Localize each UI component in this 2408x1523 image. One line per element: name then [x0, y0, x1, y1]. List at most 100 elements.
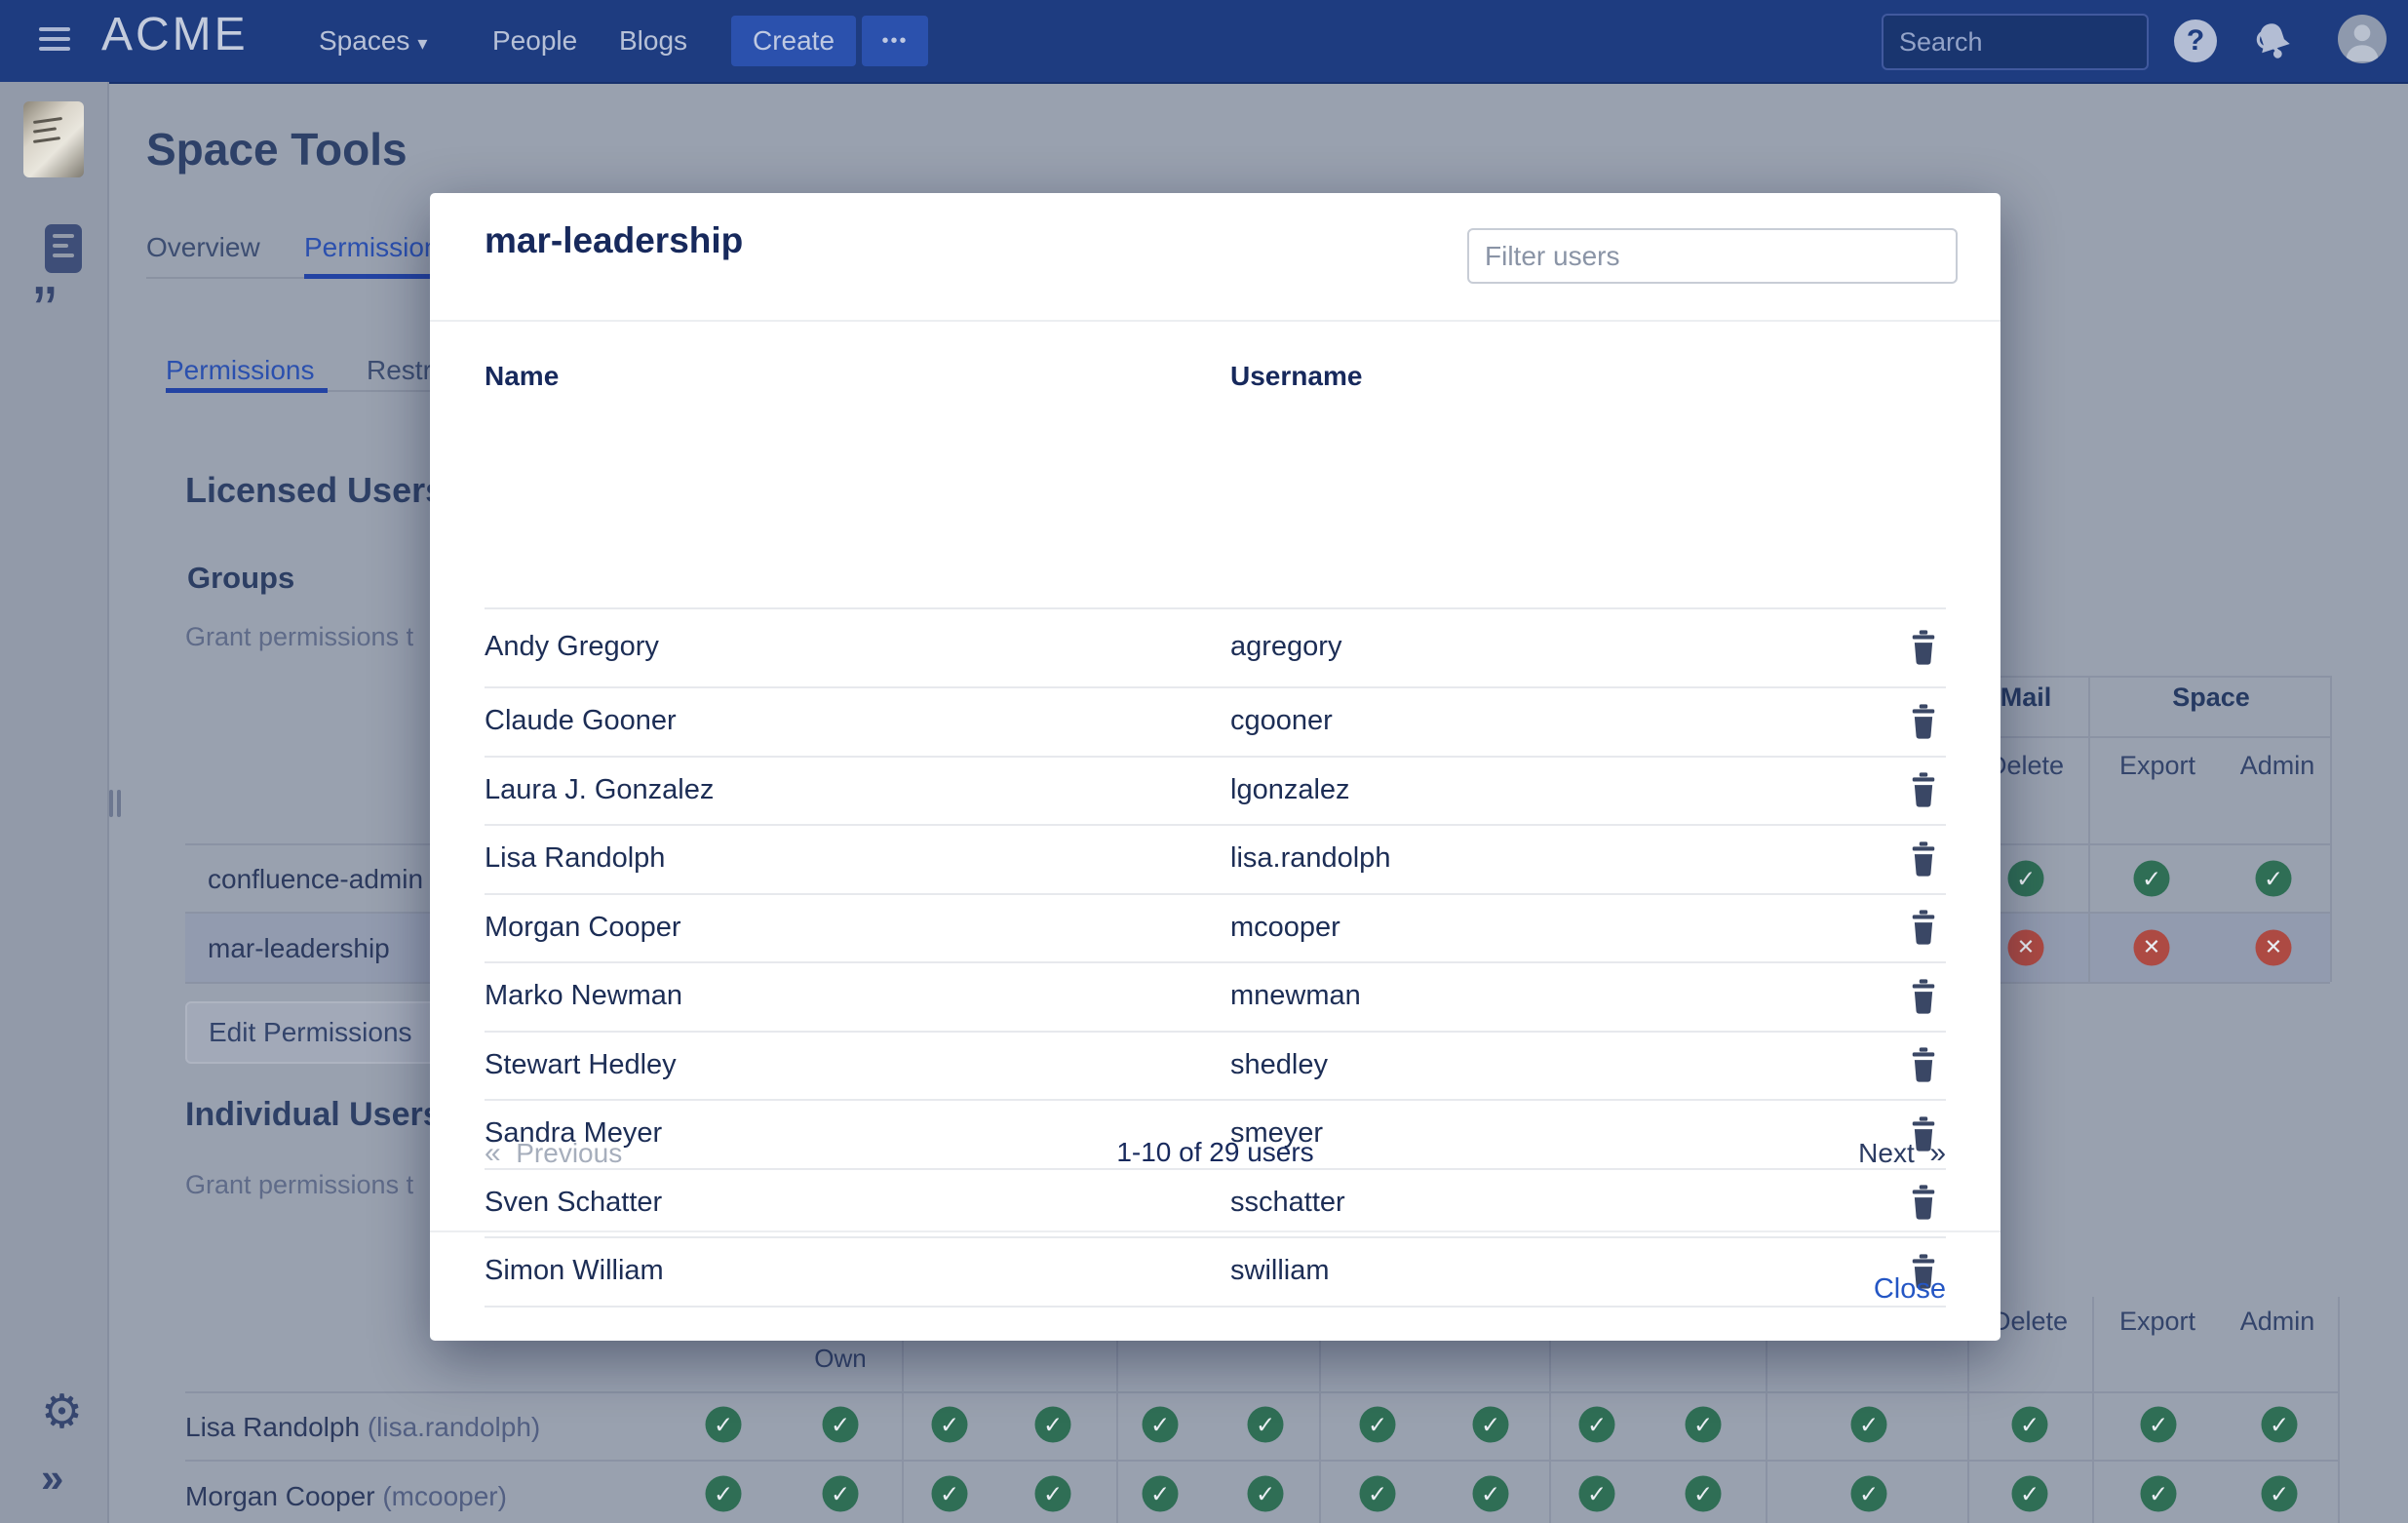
permission-denied-icon: ✕ [2256, 930, 2292, 966]
user-username: cgooner [1230, 705, 1907, 737]
group-row-name[interactable]: confluence-admin [208, 864, 423, 895]
modal-user-row: Lisa Randolph lisa.randolph [485, 824, 1946, 893]
permission-granted-icon: ✓ [706, 1407, 742, 1443]
permission-granted-icon: ✓ [706, 1476, 742, 1512]
column-subheader-admin: Admin [2240, 751, 2315, 781]
hamburger-menu-icon[interactable] [39, 27, 70, 53]
section-heading: Licensed Users [185, 470, 445, 511]
pagination-next[interactable]: Next » [1858, 1137, 1946, 1170]
dialog-footer-divider [430, 1230, 2000, 1232]
delete-user-button[interactable] [1907, 909, 1940, 946]
user-username: swilliam [1230, 1255, 1907, 1287]
permission-granted-icon: ✓ [1851, 1407, 1887, 1443]
groups-heading: Groups [187, 561, 294, 596]
permission-granted-icon: ✓ [1473, 1476, 1509, 1512]
users-table-row-divider [485, 1306, 1946, 1308]
user-name: Stewart Hedley [485, 1049, 1230, 1081]
filter-users-input[interactable] [1467, 228, 1958, 284]
modal-user-row: Andy Gregory agregory [485, 607, 1946, 686]
create-button[interactable]: Create [731, 16, 856, 66]
permission-granted-icon: ✓ [1473, 1407, 1509, 1443]
double-chevron-right-icon: » [1929, 1137, 1946, 1169]
permission-granted-icon: ✓ [1360, 1476, 1396, 1512]
tab-overview[interactable]: Overview [146, 232, 260, 263]
delete-user-button[interactable] [1907, 629, 1940, 666]
delete-user-button[interactable] [1907, 1046, 1940, 1083]
modal-user-row: Claude Gooner cgooner [485, 686, 1946, 756]
application-window: ACME Spaces▾ People Blogs Create ••• ? ” [0, 0, 2408, 1523]
permission-granted-icon: ✓ [1360, 1407, 1396, 1443]
permission-granted-icon: ✓ [1686, 1407, 1722, 1443]
permission-granted-icon: ✓ [2134, 861, 2170, 897]
permission-granted-icon: ✓ [1035, 1407, 1071, 1443]
permission-granted-icon: ✓ [1686, 1476, 1722, 1512]
user-name: Marko Newman [485, 980, 1230, 1012]
modal-user-row: Marko Newman mnewman [485, 961, 1946, 1031]
user-username: shedley [1230, 1049, 1907, 1081]
space-sidebar: ” ⚙ » [0, 82, 109, 1523]
brand-logo[interactable]: ACME [101, 8, 249, 61]
permission-granted-icon: ✓ [1248, 1476, 1284, 1512]
individual-table-line [2338, 1297, 2340, 1523]
nav-item-spaces[interactable]: Spaces▾ [319, 25, 427, 57]
modal-user-row: Morgan Cooper mcooper [485, 893, 1946, 961]
users-table-name-header: Name [485, 361, 559, 392]
individual-users-description: Grant permissions t [185, 1170, 413, 1200]
close-dialog-link[interactable]: Close [1874, 1273, 1946, 1306]
dialog-title: mar-leadership [485, 220, 743, 261]
user-username: (mcooper) [382, 1481, 507, 1511]
blog-quote-icon[interactable]: ” [33, 277, 57, 347]
individual-users-heading: Individual Users [185, 1096, 442, 1134]
help-icon[interactable]: ? [2174, 20, 2217, 62]
modal-user-row: Stewart Hedley shedley [485, 1031, 1946, 1099]
modal-user-row: Laura J. Gonzalez lgonzalez [485, 756, 1946, 824]
permission-granted-icon: ✓ [1143, 1407, 1179, 1443]
user-name: Morgan Cooper [185, 1481, 382, 1511]
delete-user-button[interactable] [1907, 840, 1940, 878]
column-subheader-admin: Admin [2240, 1307, 2315, 1337]
permission-denied-icon: ✕ [2008, 930, 2044, 966]
expand-sidebar-icon[interactable]: » [41, 1455, 63, 1502]
space-logo[interactable] [23, 101, 84, 177]
column-header-mail: Mail [2000, 683, 2052, 713]
chevron-down-icon: ▾ [417, 31, 427, 55]
user-name: Morgan Cooper [485, 912, 1230, 944]
column-subheader-export: Export [2119, 751, 2195, 781]
user-name: Simon William [485, 1255, 1230, 1287]
individual-user-row-label: Lisa Randolph (lisa.randolph) [185, 1412, 540, 1443]
permission-granted-icon: ✓ [932, 1407, 968, 1443]
permission-granted-icon: ✓ [1035, 1476, 1071, 1512]
delete-user-button[interactable] [1907, 978, 1940, 1015]
column-header-space: Space [2172, 683, 2250, 713]
nav-item-people[interactable]: People [492, 25, 577, 57]
search-box [1882, 14, 2149, 70]
permission-granted-icon: ✓ [932, 1476, 968, 1512]
pages-icon[interactable] [45, 224, 82, 273]
permission-granted-icon: ✓ [1851, 1476, 1887, 1512]
user-username: agregory [1230, 631, 1907, 663]
edit-permissions-button[interactable]: Edit Permissions [185, 1001, 450, 1064]
space-settings-gear-icon[interactable]: ⚙ [41, 1385, 83, 1439]
permission-denied-icon: ✕ [2134, 930, 2170, 966]
group-row-name[interactable]: mar-leadership [208, 933, 390, 964]
delete-user-button[interactable] [1907, 771, 1940, 808]
permission-granted-icon: ✓ [823, 1476, 859, 1512]
permission-granted-icon: ✓ [2262, 1476, 2298, 1512]
pagination-info: 1-10 of 29 users [485, 1137, 1946, 1168]
sidebar-resize-handle[interactable] [109, 790, 125, 819]
delete-user-button[interactable] [1907, 1184, 1940, 1221]
page-title: Space Tools [146, 123, 408, 176]
user-name: Laura J. Gonzalez [485, 774, 1230, 806]
user-avatar[interactable] [2338, 15, 2387, 63]
subtab-permissions[interactable]: Permissions [166, 355, 314, 386]
notification-bell-icon[interactable] [2250, 18, 2297, 64]
more-actions-button[interactable]: ••• [862, 16, 928, 66]
delete-user-button[interactable] [1907, 703, 1940, 740]
user-name: Claude Gooner [485, 705, 1230, 737]
individual-user-row-label: Morgan Cooper (mcooper) [185, 1481, 507, 1512]
column-subheader-export: Export [2119, 1307, 2195, 1337]
permission-granted-icon: ✓ [1579, 1407, 1615, 1443]
groups-description: Grant permissions t [185, 622, 413, 652]
column-subheader-delete: Delete [1992, 1307, 2068, 1337]
nav-item-blogs[interactable]: Blogs [619, 25, 687, 57]
